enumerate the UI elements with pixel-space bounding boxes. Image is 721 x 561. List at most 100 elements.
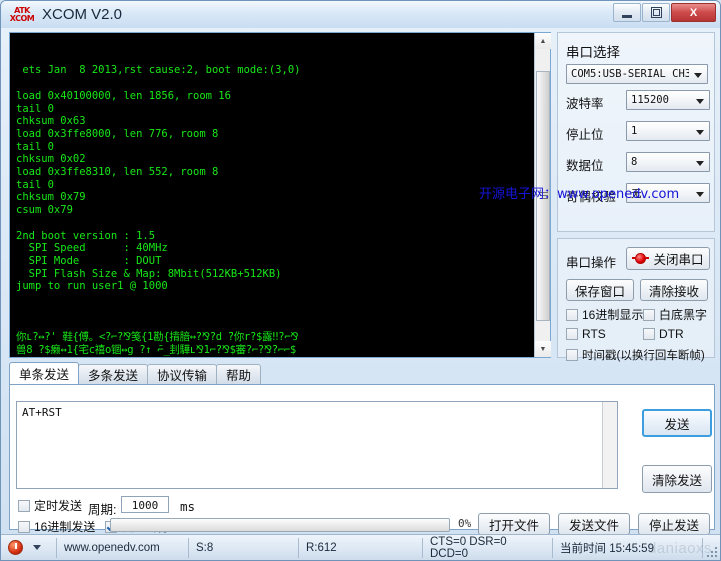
checkbox-timestamp[interactable]: 时间戳(以换行回车断帧) bbox=[566, 347, 705, 363]
status-power-cell[interactable] bbox=[1, 537, 57, 558]
send-progress-bar bbox=[110, 518, 450, 532]
period-label: 周期: bbox=[88, 503, 117, 517]
serial-settings-group: 串口选择 COM5:USB-SERIAL CH340 波特率 115200 停止… bbox=[557, 32, 715, 232]
terminal-garbled-lines: 你ʟ?↔?' 鞋{傅。<?⌐?⅋笺{1勘{揹腤↔?⅋?d ̄?你r?$露‼?⌐⅋… bbox=[16, 331, 534, 356]
baud-rate-combo[interactable]: 115200 bbox=[626, 90, 710, 110]
port-select-label: 串口选择 bbox=[566, 45, 620, 60]
chevron-down-icon bbox=[696, 99, 704, 104]
stop-send-button[interactable]: 停止发送 bbox=[638, 513, 710, 535]
checkbox-rts-label: RTS bbox=[582, 327, 606, 341]
port-select-value: COM5:USB-SERIAL CH340 bbox=[571, 68, 689, 80]
chevron-down-icon bbox=[696, 192, 704, 197]
window-controls: X bbox=[613, 3, 716, 22]
checkbox-box-icon bbox=[643, 328, 655, 340]
close-button[interactable]: X bbox=[671, 3, 716, 22]
terminal-line: load 0x3ffe8310, len 552, room 8 bbox=[16, 166, 225, 179]
checkbox-white-bg-black-text[interactable]: 白底黑字 bbox=[643, 306, 707, 323]
send-input-scrollbar[interactable] bbox=[602, 402, 617, 488]
data-bits-combo[interactable]: 8 bbox=[626, 152, 710, 172]
terminal-line: jump to run user1 @ 1000 bbox=[16, 280, 168, 293]
terminal-line: tail 0 bbox=[16, 102, 54, 115]
send-file-button[interactable]: 发送文件 bbox=[558, 513, 630, 535]
terminal-line: csum 0x79 bbox=[16, 204, 73, 217]
checkbox-dtr-label: DTR bbox=[659, 327, 684, 341]
clear-receive-button[interactable]: 清除接收 bbox=[640, 279, 708, 301]
close-serial-port-label: 关闭串口 bbox=[653, 253, 704, 267]
checkbox-box-icon bbox=[18, 499, 30, 512]
terminal-line: tail 0 bbox=[16, 140, 54, 153]
atk-xcom-logo-icon: ATK XCOM bbox=[9, 5, 35, 25]
title-bar: ATK XCOM XCOM V2.0 X bbox=[1, 1, 720, 28]
status-bar: www.openedv.com S:8 R:612 CTS=0 DSR=0 DC… bbox=[1, 534, 720, 560]
send-input-value: AT+RST bbox=[22, 406, 62, 419]
terminal-line: ets Jan 8 2013,rst cause:2, boot mode:(3… bbox=[16, 64, 301, 77]
status-current-time: 当前时间 15:45:59 bbox=[553, 537, 703, 558]
stop-bits-label: 停止位 bbox=[566, 128, 604, 142]
xcom-window: ATK XCOM XCOM V2.0 X ets Jan 8 2013,rst … bbox=[0, 0, 721, 561]
terminal-garbled-line: 你ʟ?↔?' 鞋{傅。<?⌐?⅋笺{1勘{揹腤↔?⅋?d ̄?你r?$露‼?⌐⅋ bbox=[16, 331, 299, 344]
minimize-icon bbox=[622, 14, 632, 18]
chevron-down-icon bbox=[694, 73, 702, 78]
scroll-down-icon[interactable]: ▼ bbox=[535, 341, 551, 357]
scroll-up-icon[interactable]: ▲ bbox=[535, 33, 551, 49]
save-window-button[interactable]: 保存窗口 bbox=[566, 279, 634, 301]
serial-operation-group: 串口操作 关闭串口 保存窗口 清除接收 16进制显示 白底黑字 RTS DTR … bbox=[557, 238, 715, 362]
terminal-garbled-line: 兽8 ̄?$癞↔1{宅c禧o锢↔g ?↑ ̄⌐_刲驊ʟ⅋1⌐?⅋$審?⌐?⅋?⌐… bbox=[16, 343, 296, 356]
stop-bits-value: 1 bbox=[631, 125, 638, 137]
terminal-line: SPI Speed : 40MHz bbox=[16, 242, 168, 255]
terminal-line: load 0x40100000, len 1856, room 16 bbox=[16, 89, 238, 102]
checkbox-hex-send[interactable]: 16进制发送 bbox=[18, 518, 95, 535]
terminal-lines: ets Jan 8 2013,rst cause:2, boot mode:(3… bbox=[16, 64, 534, 305]
close-serial-port-button[interactable]: 关闭串口 bbox=[626, 247, 710, 270]
receive-area: ets Jan 8 2013,rst cause:2, boot mode:(3… bbox=[9, 32, 551, 358]
maximize-button[interactable] bbox=[642, 3, 670, 22]
checkbox-hex-display[interactable]: 16进制显示 bbox=[566, 306, 643, 323]
site-promo-url: www.openedv.com bbox=[557, 187, 680, 202]
port-select-combo[interactable]: COM5:USB-SERIAL CH340 bbox=[566, 64, 708, 84]
serial-operation-label: 串口操作 bbox=[566, 256, 617, 270]
checkbox-box-icon bbox=[566, 328, 578, 340]
site-promo-cn: 开源电子网： bbox=[479, 187, 558, 202]
terminal-line: chksum 0x63 bbox=[16, 115, 86, 128]
checkbox-hex-display-label: 16进制显示 bbox=[582, 308, 644, 322]
send-input[interactable]: AT+RST bbox=[16, 401, 618, 489]
maximize-icon bbox=[650, 7, 662, 18]
tab-multi-send[interactable]: 多条发送 bbox=[78, 364, 149, 384]
checkbox-dtr[interactable]: DTR bbox=[643, 327, 684, 341]
clear-send-button[interactable]: 清除发送 bbox=[642, 465, 712, 493]
period-input[interactable]: 1000 bbox=[121, 496, 169, 513]
resize-grip-icon[interactable] bbox=[706, 546, 717, 557]
window-title: XCOM V2.0 bbox=[42, 6, 123, 23]
minimize-button[interactable] bbox=[613, 3, 641, 22]
terminal-line: chksum 0x79 bbox=[16, 191, 86, 204]
terminal-line: 2nd boot version : 1.5 bbox=[16, 229, 156, 242]
client-area: ets Jan 8 2013,rst cause:2, boot mode:(3… bbox=[1, 28, 720, 535]
checkbox-timestamp-label: 时间戳(以换行回车断帧) bbox=[582, 350, 705, 362]
checkbox-box-icon bbox=[566, 349, 578, 361]
led-indicator-icon bbox=[632, 252, 650, 265]
checkbox-timed-send[interactable]: 定时发送 bbox=[18, 497, 82, 514]
data-bits-label: 数据位 bbox=[566, 159, 604, 173]
tab-help[interactable]: 帮助 bbox=[216, 364, 262, 384]
logo-line-2: XCOM bbox=[9, 13, 35, 23]
checkbox-box-icon bbox=[18, 520, 30, 533]
send-panel: AT+RST 发送 清除发送 定时发送 周期: 1000 ms 16进制发送 发… bbox=[9, 384, 715, 535]
terminal-line: SPI Mode : DOUT bbox=[16, 254, 162, 267]
send-button[interactable]: 发送 bbox=[642, 409, 712, 437]
checkbox-box-icon bbox=[643, 308, 655, 321]
open-file-button[interactable]: 打开文件 bbox=[478, 513, 550, 535]
tab-protocol-transfer[interactable]: 协议传输 bbox=[147, 364, 218, 384]
checkbox-white-bg-black-text-label: 白底黑字 bbox=[659, 308, 708, 322]
checkbox-rts[interactable]: RTS bbox=[566, 327, 606, 341]
chevron-down-icon[interactable] bbox=[33, 545, 41, 550]
terminal-output[interactable]: ets Jan 8 2013,rst cause:2, boot mode:(3… bbox=[10, 33, 534, 357]
tab-single-send[interactable]: 单条发送 bbox=[9, 362, 80, 384]
chevron-down-icon bbox=[696, 161, 704, 166]
stop-bits-combo[interactable]: 1 bbox=[626, 121, 710, 141]
terminal-line: tail 0 bbox=[16, 178, 54, 191]
send-mode-tabs: 单条发送 多条发送 协议传输 帮助 bbox=[9, 362, 715, 384]
send-progress-percent: 0% bbox=[458, 517, 472, 530]
checkbox-hex-send-label: 16进制发送 bbox=[34, 520, 96, 534]
